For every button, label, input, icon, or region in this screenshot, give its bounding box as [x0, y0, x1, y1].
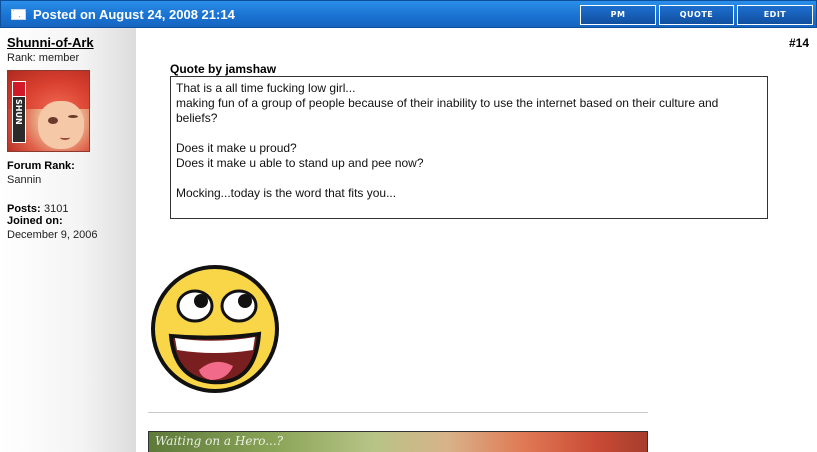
quote-line: making fun of a group of people because … [176, 96, 719, 125]
member-rank: Rank: member [7, 52, 80, 64]
quote-line [176, 126, 762, 141]
post-header: Posted on August 24, 2008 21:14 PM QUOTE… [0, 0, 817, 28]
post-content: #14 Quote by jamshaw That is a all time … [136, 28, 817, 452]
avatar-eye-wink [68, 115, 78, 118]
signature-text: Waiting on a Hero...? [155, 434, 284, 448]
awesome-smiley-image [149, 258, 284, 396]
avatar-tag-mark [12, 81, 26, 97]
posted-date: Posted on August 24, 2008 21:14 [33, 7, 235, 22]
posts-count: Posts: 3101 [7, 201, 68, 215]
envelope-icon [11, 9, 26, 20]
quote-button[interactable]: QUOTE [659, 5, 734, 25]
posts-value: 3101 [43, 203, 69, 215]
joined-label: Joined on: [7, 215, 63, 227]
quote-line: That is a all time fucking low girl... [176, 81, 356, 95]
username-link[interactable]: Shunni-of-Ark [7, 35, 94, 50]
forum-rank-value: Sannin [7, 174, 42, 186]
avatar-face [38, 101, 84, 149]
quote-box: That is a all time fucking low girl... m… [170, 76, 768, 219]
posts-label: Posts: [7, 203, 41, 215]
avatar-mouth [60, 135, 70, 140]
user-sidebar: Shunni-of-Ark Rank: member SHUN Forum Ra… [0, 28, 136, 452]
quote-line: Does it make u able to stand up and pee … [176, 156, 424, 170]
edit-button[interactable]: EDIT [737, 5, 813, 25]
quote-line: Mocking...today is the word that fits yo… [176, 186, 397, 200]
quote-author: Quote by jamshaw [170, 62, 277, 76]
signature-banner: Waiting on a Hero...? [148, 431, 648, 452]
joined-date: December 9, 2006 [7, 229, 98, 241]
signature-divider [148, 412, 648, 413]
smiley-face-icon [151, 265, 279, 393]
avatar-eye [48, 117, 58, 124]
avatar: SHUN [7, 70, 90, 152]
pm-button[interactable]: PM [580, 5, 656, 25]
forum-rank-label: Forum Rank: [7, 160, 75, 172]
post-number[interactable]: #14 [789, 36, 809, 50]
quote-line: Does it make u proud? [176, 141, 297, 155]
quote-line [176, 171, 762, 186]
